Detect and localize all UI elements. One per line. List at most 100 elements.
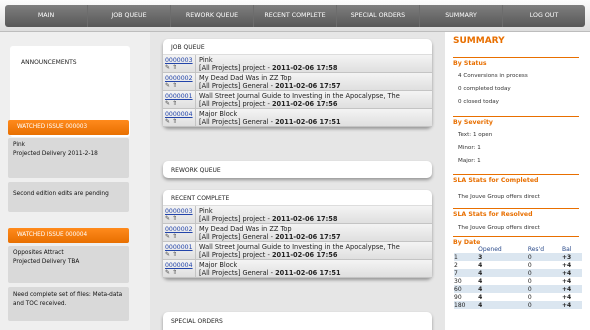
table-cell: 7 — [454, 269, 479, 277]
table-row: 2 4 0 +4 — [454, 261, 582, 269]
issue-id-link[interactable]: 0000004 — [165, 262, 195, 269]
issue-meta: [All Projects] General - 2011-02-06 17:5… — [199, 269, 432, 277]
table-row: 90 4 0 +4 — [454, 293, 582, 301]
summary-sidebar: SUMMARY By Status 4 Conversions in proce… — [445, 32, 590, 330]
table-cell: +4 — [561, 285, 582, 293]
arrows-icon[interactable]: ⇑ — [172, 64, 177, 71]
severity-item: Minor: 1 — [458, 145, 481, 151]
table-cell: 4 — [478, 285, 528, 293]
job-queue-panel: JOB QUEUE 0000003 ✎ ⇑ Pink [All Projects] p… — [163, 39, 432, 127]
issue-timestamp: 2011-02-06 17:57 — [275, 233, 341, 241]
table-header-cell: Opened — [478, 245, 502, 253]
panel-title: SPECIAL ORDERS — [171, 318, 223, 325]
table-cell: 1 — [454, 253, 479, 261]
pencil-icon[interactable]: ✎ — [165, 82, 170, 89]
pencil-icon[interactable]: ✎ — [165, 251, 170, 258]
row-text: Pink [All Projects] project - 2011-02-06 … — [196, 55, 432, 72]
table-cell: 0 — [527, 293, 532, 301]
issue-project: [All Projects] project - — [199, 215, 272, 223]
table-cell: 0 — [527, 301, 562, 309]
issue-id-link[interactable]: 0000001 — [165, 244, 195, 251]
sla-completed-heading: SLA Stats for Completed — [453, 174, 579, 184]
table-cell: 4 — [478, 261, 483, 269]
watched-issue-bar[interactable]: WATCHED ISSUE 000004 — [8, 228, 129, 243]
issue-id-link[interactable]: 0000004 — [165, 111, 195, 118]
row-id-cell: 0000002 ✎ ⇑ — [163, 224, 196, 241]
table-cell: 4 — [478, 269, 528, 277]
table-cell: 30 — [454, 277, 462, 285]
issue-meta: [All Projects] project - 2011-02-06 17:5… — [199, 215, 432, 223]
issue-id-link[interactable]: 0000003 — [165, 57, 195, 64]
row-text: My Dead Dad Was in ZZ Top [All Projects] … — [196, 224, 432, 241]
nav-item[interactable]: SPECIAL ORDERS — [337, 5, 420, 27]
table-cell: 60 — [454, 285, 479, 293]
issue-id-link[interactable]: 0000002 — [165, 226, 195, 233]
issue-meta: [All Projects] General - 2011-02-06 17:5… — [199, 233, 432, 241]
pencil-icon[interactable]: ✎ — [165, 233, 170, 240]
row-icons: ✎ ⇑ — [165, 100, 195, 107]
issue-id-link[interactable]: 0000003 — [165, 208, 195, 215]
row-icons: ✎ ⇑ — [165, 251, 195, 258]
watched-issue-info: Opposites Attract Projected Delivery TBA — [8, 246, 129, 283]
row-icons: ✎ ⇑ — [165, 118, 195, 125]
arrows-icon[interactable]: ⇑ — [172, 215, 177, 222]
announcements-title: ANNOUNCEMENTS — [21, 59, 77, 66]
table-cell: 0 — [527, 253, 562, 261]
nav-item[interactable]: RECENT COMPLETE — [254, 5, 337, 27]
queue-row[interactable]: 0000004 ✎ ⇑ Major Block [All Projects] Gene… — [163, 109, 432, 127]
nav-item[interactable]: MAIN — [5, 5, 88, 27]
pencil-icon[interactable]: ✎ — [165, 215, 170, 222]
nav-item[interactable]: JOB QUEUE — [88, 5, 171, 27]
row-icons: ✎ ⇑ — [165, 82, 195, 89]
watched-issue-bar[interactable]: WATCHED ISSUE 000003 — [8, 120, 129, 135]
pencil-icon[interactable]: ✎ — [165, 269, 170, 276]
nav-item[interactable]: SUMMARY — [420, 5, 503, 27]
watched-title: Pink — [13, 142, 26, 148]
watched-title: Opposites Attract — [13, 250, 64, 256]
by-status-heading: By Status — [453, 57, 579, 67]
arrows-icon[interactable]: ⇑ — [172, 233, 177, 240]
row-text: Major Block [All Projects] General - 2011… — [196, 109, 432, 126]
arrows-icon[interactable]: ⇑ — [172, 82, 177, 89]
watched-delivery: Projected Delivery 2011-2-18 — [13, 151, 98, 157]
table-row: 7 4 0 +4 — [454, 269, 582, 277]
issue-title: My Dead Dad Was in ZZ Top — [199, 225, 292, 233]
issue-project: [All Projects] project - — [199, 251, 272, 259]
left-sidebar: ANNOUNCEMENTS WATCHED ISSUE 000003 Pink … — [0, 32, 150, 330]
queue-row[interactable]: 0000001 ✎ ⇑ Wall Street Journal Guide to I… — [163, 242, 432, 260]
severity-item: Text: 1 open — [458, 132, 493, 138]
queue-row[interactable]: 0000001 ✎ ⇑ Wall Street Journal Guide to I… — [163, 91, 432, 109]
rework-queue-panel: REWORK QUEUE — [163, 161, 432, 178]
main-content: JOB QUEUE 0000003 ✎ ⇑ Pink [All Projects] p… — [150, 32, 445, 330]
queue-row[interactable]: 0000004 ✎ ⇑ Major Block [All Projects] Gene… — [163, 260, 432, 278]
recent-complete-list: 0000003 ✎ ⇑ Pink [All Projects] project - 2… — [163, 206, 432, 278]
issue-title: Major Block — [199, 110, 238, 118]
issue-meta: [All Projects] project - 2011-02-06 17:5… — [199, 251, 432, 259]
queue-row[interactable]: 0000002 ✎ ⇑ My Dead Dad Was in ZZ Top [All … — [163, 224, 432, 242]
pencil-icon[interactable]: ✎ — [165, 118, 170, 125]
row-icons: ✎ ⇑ — [165, 215, 195, 222]
row-id-cell: 0000001 ✎ ⇑ — [163, 91, 196, 108]
queue-row[interactable]: 0000003 ✎ ⇑ Pink [All Projects] project - 2… — [163, 55, 432, 73]
queue-row[interactable]: 0000003 ✎ ⇑ Pink [All Projects] project - 2… — [163, 206, 432, 224]
pencil-icon[interactable]: ✎ — [165, 64, 170, 71]
issue-timestamp: 2011-02-06 17:57 — [275, 82, 341, 90]
row-id-cell: 0000004 ✎ ⇑ — [163, 109, 196, 126]
row-id-cell: 0000004 ✎ ⇑ — [163, 260, 196, 277]
nav-item[interactable]: REWORK QUEUE — [171, 5, 254, 27]
row-id-cell: 0000002 ✎ ⇑ — [163, 73, 196, 90]
arrows-icon[interactable]: ⇑ — [172, 118, 177, 125]
arrows-icon[interactable]: ⇑ — [172, 269, 177, 276]
nav-item[interactable]: LOG OUT — [503, 5, 585, 27]
issue-id-link[interactable]: 0000001 — [165, 93, 195, 100]
issue-id-link[interactable]: 0000002 — [165, 75, 195, 82]
issue-title: Wall Street Journal Guide to Investing i… — [199, 92, 400, 100]
row-icons: ✎ ⇑ — [165, 269, 195, 276]
watched-issue-info: Pink Projected Delivery 2011-2-18 — [8, 138, 129, 178]
pencil-icon[interactable]: ✎ — [165, 100, 170, 107]
arrows-icon[interactable]: ⇑ — [172, 100, 177, 107]
queue-row[interactable]: 0000002 ✎ ⇑ My Dead Dad Was in ZZ Top [All … — [163, 73, 432, 91]
arrows-icon[interactable]: ⇑ — [172, 251, 177, 258]
status-item: 0 closed today — [458, 99, 499, 105]
table-cell: 0 — [527, 269, 562, 277]
